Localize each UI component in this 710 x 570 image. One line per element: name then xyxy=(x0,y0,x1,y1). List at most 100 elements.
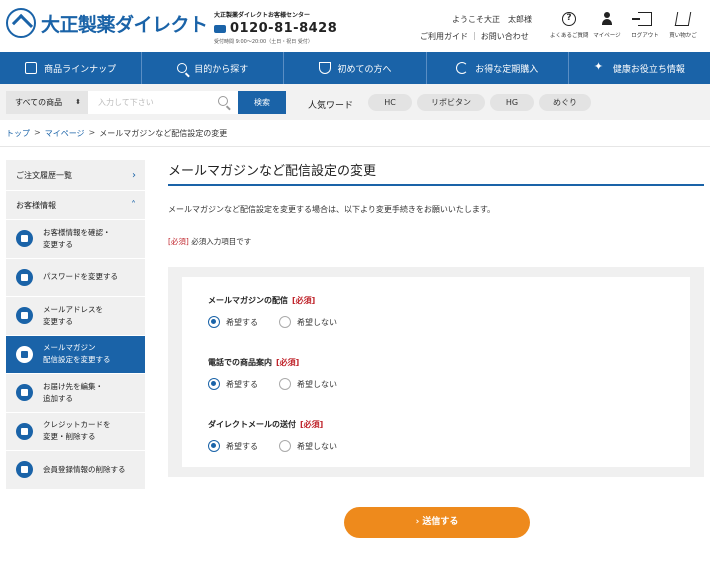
required-tag: [必須] xyxy=(300,420,324,429)
radio-empty-icon xyxy=(279,378,291,390)
chevron-right-icon: › xyxy=(132,170,136,181)
sidebar-customer-info[interactable]: お客様情報 ˄ xyxy=(6,191,145,220)
keyword-tag[interactable]: リポビタン xyxy=(417,94,485,111)
radio-label: 希望する xyxy=(226,441,258,451)
nav-label: お得な定期購入 xyxy=(475,64,539,75)
link-separator: | xyxy=(473,31,476,40)
products-icon xyxy=(25,62,38,74)
sidebar-head-label: ご注文履歴一覧 xyxy=(16,171,72,180)
nav-label: 健康お役立ち情報 xyxy=(612,64,685,75)
contact-link[interactable]: お問い合わせ xyxy=(481,31,529,42)
guide-link[interactable]: ご利用ガイド xyxy=(420,31,468,42)
breadcrumb-separator: > xyxy=(34,128,41,137)
keyword-tag[interactable]: めぐり xyxy=(539,94,591,111)
global-nav: 商品ラインナップ 目的から探す 初めての方へ お得な定期購入 健康お役立ち情報 xyxy=(0,52,710,84)
person-remove-icon xyxy=(16,461,33,479)
freedial-icon xyxy=(214,24,226,33)
settings-form: メールマガジンの配信[必須] 希望する 希望しない 電話での商品案内[必須] xyxy=(168,267,704,477)
breadcrumb-top[interactable]: トップ xyxy=(6,128,30,139)
field-phone-guide: 電話での商品案内 [必須] 希望する 希望しない xyxy=(208,357,664,416)
radio-no[interactable]: 希望しない xyxy=(279,378,337,390)
keyword-tag[interactable]: HG xyxy=(490,94,534,111)
mail-icon xyxy=(16,307,33,325)
sidebar-item-label: お客様情報を確認・ 変更する xyxy=(43,227,111,249)
mail-settings-icon xyxy=(16,345,33,363)
field-label: ダイレクトメールの送付 [必須] xyxy=(208,420,324,429)
shield-icon xyxy=(318,62,331,74)
keyword-tag[interactable]: HC xyxy=(368,94,412,111)
radio-no[interactable]: 希望しない xyxy=(279,440,337,452)
radio-yes[interactable]: 希望する xyxy=(208,378,258,390)
site-header: 大正製薬ダイレクト 大正製薬ダイレクトお客様センター 0120-81-8428 … xyxy=(0,0,710,52)
radio-selected-icon xyxy=(208,440,220,452)
radio-label: 希望しない xyxy=(297,317,337,327)
search-icon xyxy=(177,63,188,73)
field-label: 電話での商品案内 [必須] xyxy=(208,358,300,367)
category-select[interactable]: すべての商品 ⬍ xyxy=(6,91,88,114)
home-icon xyxy=(16,384,33,402)
search-button[interactable]: 検索 xyxy=(238,91,286,114)
main-content: メールマガジンなど配信設定の変更 メールマガジンなど配信設定を変更する場合は、以… xyxy=(168,160,704,477)
popular-keywords-label: 人気ワード xyxy=(308,101,354,111)
welcome-message: ようこそ大正 太郎様 xyxy=(452,15,532,24)
radio-label: 希望する xyxy=(226,379,258,389)
sidebar-item-delete-account[interactable]: 会員登録情報の削除する xyxy=(6,451,145,490)
radio-no[interactable]: 希望しない xyxy=(279,316,337,328)
radio-yes[interactable]: 希望する xyxy=(208,440,258,452)
cart-link[interactable]: 買い物かご xyxy=(664,12,702,39)
callcenter-info: 大正製薬ダイレクトお客様センター 0120-81-8428 受付時間 9:00〜… xyxy=(214,10,337,45)
nav-first-time[interactable]: 初めての方へ xyxy=(284,52,427,84)
required-note: [必須] 必須入力項目です xyxy=(168,236,704,247)
sidebar-item-delivery[interactable]: お届け先を編集・ 追加する xyxy=(6,374,145,413)
sidebar-item-mail-magazine[interactable]: メールマガジン 配信設定を変更する xyxy=(6,335,145,374)
nav-health-info[interactable]: 健康お役立ち情報 xyxy=(569,52,710,84)
cycle-icon xyxy=(456,62,469,74)
sidebar-order-history[interactable]: ご注文履歴一覧 › xyxy=(6,160,145,191)
radio-group: 希望する 希望しない xyxy=(208,316,664,328)
sidebar-item-password[interactable]: パスワードを変更する xyxy=(6,258,145,297)
required-tag: [必須] xyxy=(168,237,189,246)
sidebar-item-customer-info-edit[interactable]: お客様情報を確認・ 変更する xyxy=(6,220,145,259)
nav-label: 初めての方へ xyxy=(337,64,392,75)
logout-link[interactable]: ログアウト xyxy=(626,12,664,39)
page-description: メールマガジンなど配信設定を変更する場合は、以下より変更手続きをお願いいたします… xyxy=(168,205,496,214)
breadcrumb-mypage[interactable]: マイページ xyxy=(45,128,85,139)
sidebar-item-label: クレジットカードを 変更・削除する xyxy=(43,420,111,442)
sidebar-head-label: お客様情報 xyxy=(16,201,56,210)
mypage-label: マイページ xyxy=(593,33,621,39)
sidebar-item-email[interactable]: メールアドレスを 変更する xyxy=(6,297,145,336)
faq-icon: ? xyxy=(562,12,576,26)
magnifier-icon xyxy=(218,96,228,106)
lock-icon xyxy=(16,268,33,286)
sparkle-icon xyxy=(594,60,606,74)
sidebar-item-label: メールアドレスを 変更する xyxy=(43,304,103,326)
site-logo[interactable]: 大正製薬ダイレクト xyxy=(6,8,208,38)
breadcrumb: トップ > マイページ > メールマガジンなど配信設定の変更 xyxy=(6,128,227,139)
search-bar: すべての商品 ⬍ 検索 人気ワード HC リポビタン HG めぐり xyxy=(0,84,710,120)
nav-subscription[interactable]: お得な定期購入 xyxy=(427,52,569,84)
breadcrumb-divider xyxy=(0,146,710,147)
settings-form-inner: メールマガジンの配信[必須] 希望する 希望しない 電話での商品案内[必須] xyxy=(182,277,690,467)
logo-mark-icon xyxy=(6,8,36,38)
nav-products[interactable]: 商品ラインナップ xyxy=(0,52,143,84)
search-icon-box[interactable] xyxy=(212,91,238,114)
required-note-text: 必須入力項目です xyxy=(191,237,252,246)
faq-link[interactable]: ? よくあるご質問 xyxy=(550,12,589,39)
sidebar-item-label: お届け先を編集・ 追加する xyxy=(43,381,103,403)
callcenter-label: 大正製薬ダイレクトお客様センター xyxy=(214,12,311,19)
mypage-link[interactable]: マイページ xyxy=(588,12,626,39)
breadcrumb-separator: > xyxy=(88,128,96,137)
header-links: ご利用ガイド | お問い合わせ xyxy=(420,31,529,42)
logout-icon xyxy=(632,12,652,26)
field-direct-mail: ダイレクトメールの送付 [必須] 希望する 希望しない xyxy=(208,419,664,478)
radio-yes[interactable]: 希望する xyxy=(208,316,258,328)
submit-button[interactable]: › 送信する xyxy=(344,507,530,538)
sidebar-item-credit-card[interactable]: クレジットカードを 変更・削除する xyxy=(6,412,145,451)
nav-purpose[interactable]: 目的から探す xyxy=(142,52,285,84)
popular-keywords: HC リポビタン HG めぐり xyxy=(368,94,596,111)
sidebar-item-label: 会員登録情報の削除する xyxy=(43,464,126,474)
field-mail-magazine: メールマガジンの配信 [必須] 希望する 希望しない xyxy=(208,295,664,354)
callcenter-phone: 0120-81-8428 xyxy=(230,21,338,36)
radio-label: 希望する xyxy=(226,317,258,327)
required-tag: [必須] xyxy=(292,296,316,305)
